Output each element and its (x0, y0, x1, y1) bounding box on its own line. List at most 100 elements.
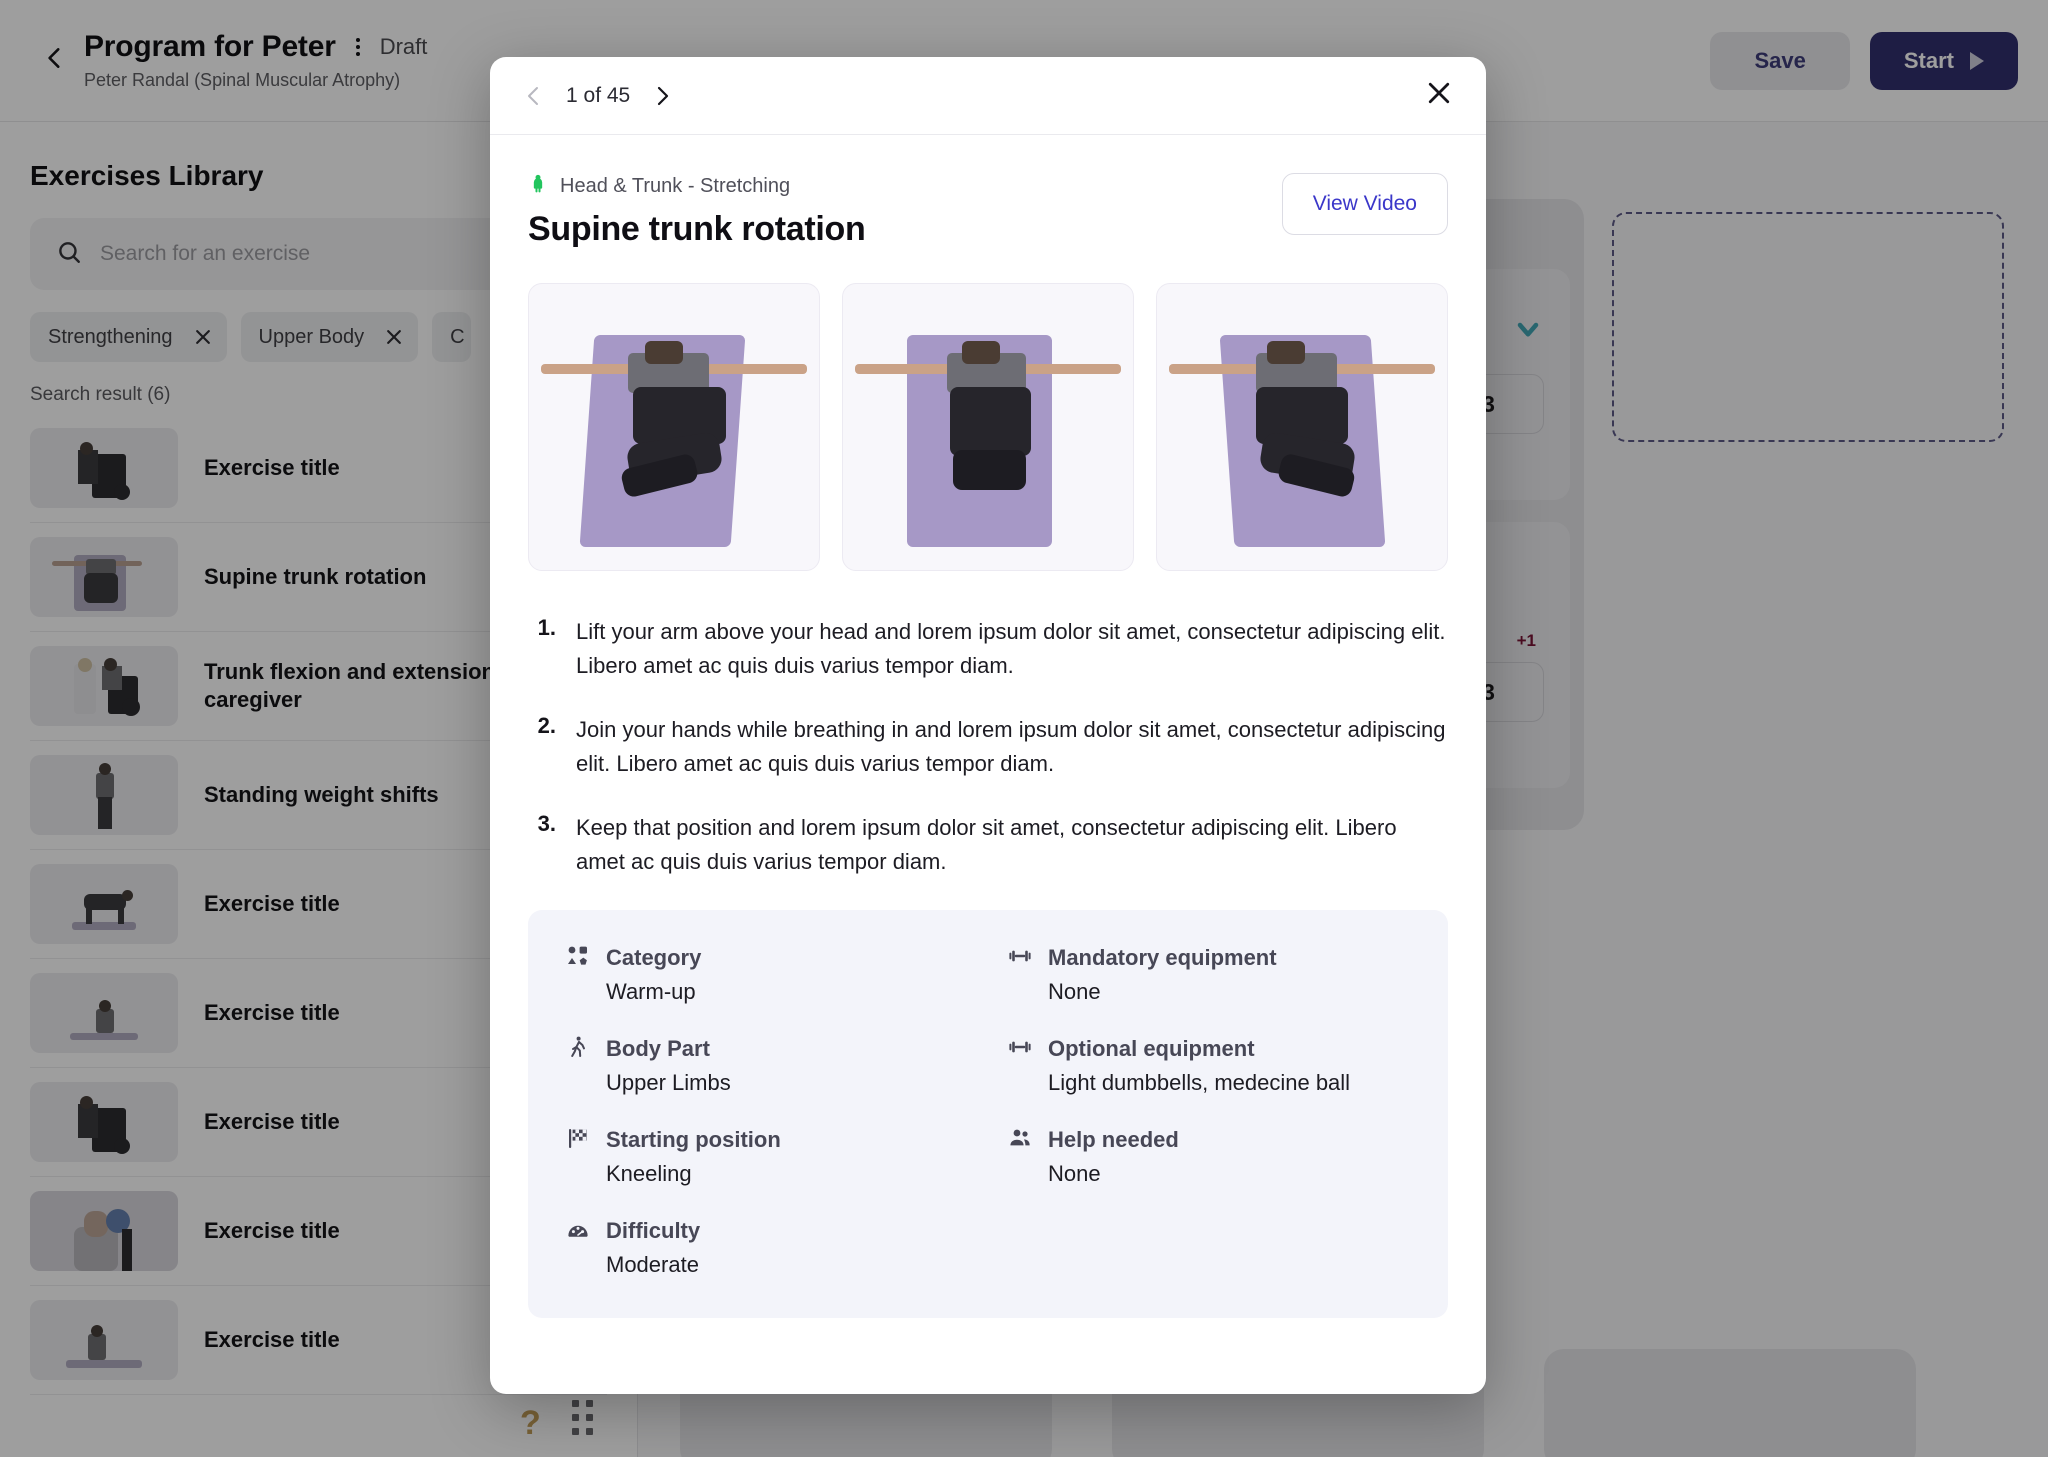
gauge-icon (566, 1217, 590, 1246)
step-text: Keep that position and lorem ipsum dolor… (576, 815, 1397, 875)
metadata-value: Light dumbbells, medecine ball (1048, 1069, 1351, 1095)
shapes-category-icon (566, 944, 590, 973)
exercise-name: Standing weight shifts (204, 781, 439, 807)
chevron-left-icon (42, 45, 68, 76)
question-mark-icon[interactable]: ? (520, 1404, 541, 1443)
filter-chip-label: C (450, 325, 465, 348)
metadata-label: Starting position (606, 1127, 781, 1153)
metadata-value: Warm-up (606, 978, 696, 1004)
program-heading: Program for Peter Draft Peter Randal (Sp… (84, 30, 427, 91)
modal-title-group: Head & Trunk - Stretching Supine trunk r… (528, 173, 866, 249)
instruction-step: 1. Lift your arm above your head and lor… (528, 615, 1448, 683)
metadata-value: Kneeling (606, 1160, 692, 1186)
dumbbell-icon (1008, 944, 1032, 973)
person-icon (528, 173, 548, 200)
save-button[interactable]: Save (1710, 31, 1850, 90)
more-vertical-icon[interactable] (350, 36, 366, 58)
step-number: 2. (537, 713, 556, 739)
close-modal-button[interactable] (1424, 78, 1454, 113)
next-exercise-button[interactable] (650, 84, 674, 108)
day-card-bottom-3[interactable] (1530, 1349, 1930, 1457)
exercise-name: Exercise title (204, 1217, 340, 1243)
people-icon (1008, 1126, 1032, 1155)
close-icon[interactable] (376, 327, 412, 347)
metadata-item-difficulty: Difficulty Moderate (566, 1217, 968, 1278)
metadata-item-starting-position: Starting position Kneeling (566, 1126, 968, 1187)
walking-person-icon (566, 1035, 590, 1064)
step-text: Join your hands while breathing in and l… (576, 717, 1446, 777)
breadcrumb: Head & Trunk - Stretching (528, 173, 865, 200)
flag-icon (566, 1126, 590, 1155)
back-button[interactable] (26, 45, 84, 76)
step-text: Lift your arm above your head and lorem … (576, 619, 1446, 679)
dumbbell-icon (1008, 1035, 1032, 1064)
metadata-label: Optional equipment (1048, 1036, 1255, 1062)
modal-pager: 1 of 45 (522, 84, 674, 108)
status-badge: Draft (379, 34, 428, 59)
search-icon (56, 239, 82, 270)
exercise-name: Exercise title (204, 999, 340, 1025)
exercise-thumbnail (30, 1191, 178, 1271)
step-number: 1. (537, 615, 556, 640)
metadata-label: Body Part (606, 1036, 710, 1062)
metadata-item-body-part: Body Part Upper Limbs (566, 1035, 968, 1096)
exercise-image-strip (528, 283, 1448, 571)
exercise-detail-modal: 1 of 45 Head & Trunk - Stretching Supine… (490, 57, 1486, 1394)
metadata-value: None (1048, 978, 1101, 1004)
metadata-column-right: Mandatory equipment None Optional equipm… (1008, 944, 1410, 1278)
exercise-image[interactable] (842, 283, 1134, 571)
instruction-steps: 1. Lift your arm above your head and lor… (528, 615, 1448, 880)
start-button-label: Start (1903, 47, 1954, 73)
close-icon (1424, 78, 1454, 113)
exercise-detail-title: Supine trunk rotation (528, 210, 866, 248)
metadata-label: Category (606, 945, 702, 971)
page-title: Program for Peter (84, 30, 336, 63)
metadata-item-optional-equipment: Optional equipment Light dumbbells, mede… (1008, 1035, 1410, 1096)
modal-title-row: Head & Trunk - Stretching Supine trunk r… (528, 173, 1448, 249)
filter-chip-overflow[interactable]: C (432, 312, 471, 362)
exercise-name: Exercise title (204, 890, 340, 916)
exercise-name: Supine trunk rotation (204, 563, 427, 589)
instruction-step: 3. Keep that position and lorem ipsum do… (528, 811, 1448, 879)
start-button[interactable]: Start (1869, 31, 2018, 90)
metadata-item-category: Category Warm-up (566, 944, 968, 1005)
modal-header: 1 of 45 (490, 57, 1486, 135)
metadata-label: Difficulty (606, 1218, 701, 1244)
exercise-thumbnail (30, 1300, 178, 1380)
patient-subtitle: Peter Randal (Spinal Muscular Atrophy) (84, 70, 401, 90)
metadata-label: Help needed (1048, 1127, 1179, 1153)
exercise-thumbnail (30, 755, 178, 835)
prev-exercise-button[interactable] (522, 84, 546, 108)
breadcrumb-text: Head & Trunk - Stretching (560, 175, 791, 197)
close-icon[interactable] (185, 327, 221, 347)
step-number: 3. (537, 811, 556, 837)
instruction-step: 2. Join your hands while breathing in an… (528, 713, 1448, 781)
exercise-name: Exercise title (204, 1326, 340, 1352)
exercise-image[interactable] (1156, 283, 1448, 571)
modal-body: Head & Trunk - Stretching Supine trunk r… (490, 135, 1486, 1318)
exercise-image[interactable] (528, 283, 820, 571)
chevron-down-icon[interactable] (1512, 313, 1544, 350)
pager-label: 1 of 45 (566, 83, 631, 107)
exercise-thumbnail (30, 646, 178, 726)
filter-chip[interactable]: Strengthening (30, 312, 227, 362)
metadata-value: Upper Limbs (606, 1069, 731, 1095)
top-bar-actions: Save Start (1710, 31, 2048, 90)
exercise-thumbnail (30, 428, 178, 508)
filter-chip[interactable]: Upper Body (240, 312, 419, 362)
metadata-value: None (1048, 1160, 1101, 1186)
day-column-next (1598, 122, 2018, 442)
exercise-thumbnail (30, 973, 178, 1053)
drag-grid-icon[interactable] (572, 1400, 593, 1435)
filter-chip-label: Strengthening (48, 325, 173, 348)
filter-chip-label: Upper Body (258, 325, 365, 348)
exercise-thumbnail (30, 1082, 178, 1162)
metadata-item-mandatory-equipment: Mandatory equipment None (1008, 944, 1410, 1005)
exercise-thumbnail (30, 537, 178, 617)
drop-zone[interactable] (1612, 212, 2004, 442)
metadata-column-left: Category Warm-up Body Part Upper Limbs S… (566, 944, 968, 1278)
exercise-name: Exercise title (204, 454, 340, 480)
view-video-button[interactable]: View Video (1281, 173, 1448, 235)
badge-count: +1 (1516, 631, 1536, 650)
metadata-item-help-needed: Help needed None (1008, 1126, 1410, 1187)
